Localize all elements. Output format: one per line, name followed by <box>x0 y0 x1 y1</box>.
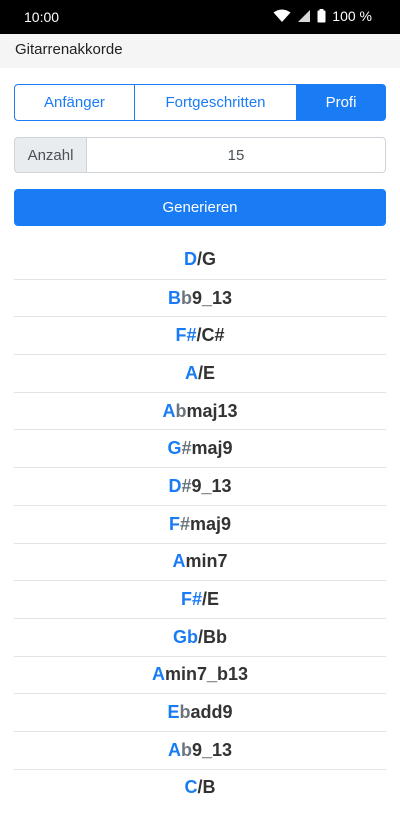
chord-quality: maj9 <box>191 438 233 459</box>
chord-root: G <box>167 438 182 459</box>
chord-list: D/G Bb 9_13 F#/C# A/E Ab maj13 G # maj9 D #9_13 F # ma… <box>14 241 386 806</box>
chord-item: F # maj9 <box>14 504 386 543</box>
chord-item: C/B <box>14 768 386 807</box>
wifi-icon <box>273 9 291 23</box>
chord-quality: maj13 <box>186 400 238 421</box>
chord-item: Eb add9 <box>14 693 386 731</box>
chord-count-group: Anzahl 15 <box>14 137 386 173</box>
battery-icon <box>317 9 326 23</box>
chord-quality: maj9 <box>189 513 232 534</box>
battery-percentage: 100 % <box>332 8 372 24</box>
chord-quality: 9_13 <box>191 475 232 496</box>
chord-item: D/G <box>14 241 386 279</box>
generate-button[interactable]: Generieren <box>14 189 386 226</box>
level-beginner-button[interactable]: Anfänger <box>14 84 135 121</box>
chord-quality: min7 <box>185 551 228 572</box>
chord-count-input[interactable]: 15 <box>87 137 386 173</box>
chord-quality: /E <box>202 589 220 610</box>
chord-item: Amin7 <box>14 542 386 581</box>
chord-root: F# <box>175 325 197 346</box>
chord-item: Ab maj13 <box>14 391 386 430</box>
chord-root: F <box>168 513 180 534</box>
chord-quality: /B <box>197 777 216 798</box>
difficulty-selector: Anfänger Fortgeschritten Profi <box>14 84 386 121</box>
chord-root: A <box>151 664 165 685</box>
chord-quality: min7_b13 <box>164 664 249 685</box>
cellular-signal-icon <box>297 9 311 23</box>
chord-root: A <box>172 551 186 572</box>
app-bar: Gitarrenakkorde <box>0 34 400 68</box>
chord-item: Ab 9_13 <box>14 730 386 769</box>
chord-accidental: # <box>181 438 192 459</box>
level-pro-button[interactable]: Profi <box>297 84 386 121</box>
chord-root: D <box>183 249 197 270</box>
chord-accidental: b <box>180 287 192 308</box>
level-advanced-button[interactable]: Fortgeschritten <box>135 84 297 121</box>
chord-root: F# <box>180 589 202 610</box>
chord-item: A/E <box>14 354 386 392</box>
chord-root: E <box>167 702 180 723</box>
chord-quality: /G <box>196 249 216 270</box>
chord-quality: 9_13 <box>191 739 233 760</box>
chord-item: G # maj9 <box>14 429 386 467</box>
chord-root: A <box>184 362 198 383</box>
app-title: Gitarrenakkorde <box>15 41 123 58</box>
chord-accidental: b <box>179 702 191 723</box>
chord-quality: /Bb <box>198 626 227 647</box>
chord-quality: /C# <box>196 325 225 346</box>
status-icons: 100 % <box>273 8 372 24</box>
chord-item: Bb 9_13 <box>14 278 386 317</box>
chord-quality: 9_13 <box>191 287 233 308</box>
chord-root: C <box>184 777 198 798</box>
chord-quality: add9 <box>190 702 233 723</box>
chord-item: D #9_13 <box>14 467 386 505</box>
chord-quality: /E <box>197 362 215 383</box>
chord-count-label: Anzahl <box>14 137 87 173</box>
chord-root: D <box>168 475 182 496</box>
chord-accidental: # <box>179 513 190 534</box>
chord-item: F#/E <box>14 580 386 618</box>
status-bar: 10:00 100 % <box>0 0 400 34</box>
chord-root: A <box>162 400 176 421</box>
chord-accidental: b <box>175 400 187 421</box>
chord-root: A <box>167 739 181 760</box>
chord-accidental: b <box>180 739 192 760</box>
chord-root: B <box>167 287 181 308</box>
chord-accidental: # <box>181 475 192 496</box>
chord-root: Gb <box>173 626 198 647</box>
chord-item: Amin7_b13 <box>14 655 386 694</box>
chord-item: F#/C# <box>14 316 386 354</box>
status-time: 10:00 <box>24 9 60 25</box>
chord-item: Gb/Bb <box>14 617 386 656</box>
